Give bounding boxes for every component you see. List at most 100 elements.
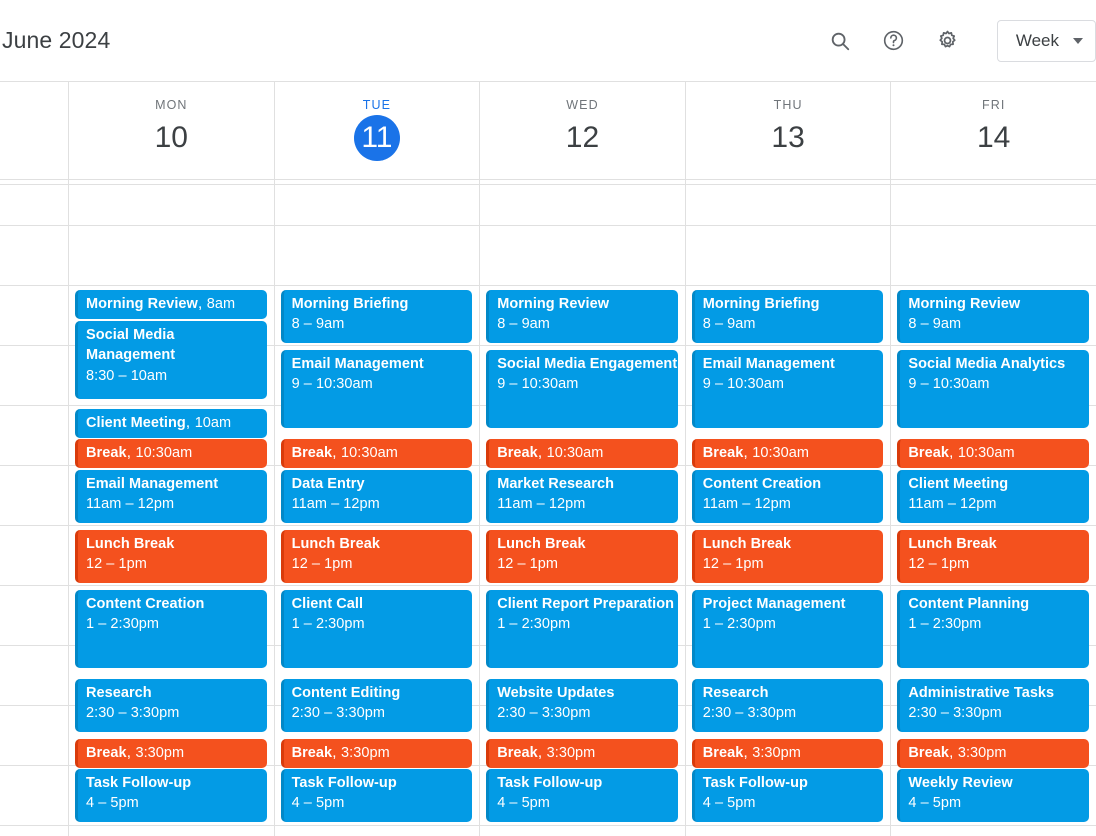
calendar-event[interactable]: Weekly Review 4 – 5pm	[897, 769, 1089, 822]
event-time: 11am – 12pm	[702, 496, 791, 513]
calendar-event[interactable]: Morning Briefing 8 – 9am	[691, 290, 884, 343]
calendar-event[interactable]: Lunch Break 12 – 1pm	[691, 530, 884, 583]
calendar-event[interactable]: Break, 3:30pm	[75, 739, 267, 768]
event-title-row: Market Research	[497, 474, 671, 494]
event-time-row: 11am – 12pm	[908, 494, 1082, 514]
event-time: 11am – 12pm	[908, 496, 997, 513]
calendar-event[interactable]: Content Planning 1 – 2:30pm	[897, 590, 1089, 668]
day-of-week-label: THU	[773, 98, 803, 112]
day-header-tue[interactable]: TUE 11	[273, 82, 480, 179]
day-of-week-label: FRI	[981, 98, 1006, 112]
calendar-event[interactable]: Client Report Preparation 1 – 2:30pm	[486, 590, 678, 668]
event-time: 4 – 5pm	[702, 795, 756, 812]
event-title-row: Research	[86, 683, 260, 703]
event-time-row: 8 – 9am	[292, 314, 466, 334]
event-title: Break	[702, 445, 744, 461]
event-time: 3:30pm	[135, 745, 185, 761]
calendar-event[interactable]: Break, 3:30pm	[280, 739, 473, 768]
day-column-thu[interactable]: Morning Briefing 8 – 9am Email Management 9…	[684, 180, 891, 836]
event-title-row: Project Management	[703, 594, 877, 614]
calendar-event[interactable]: Lunch Break 12 – 1pm	[486, 530, 678, 583]
calendar-event[interactable]: Data Entry 11am – 12pm	[280, 470, 473, 523]
calendar-event[interactable]: Website Updates 2:30 – 3:30pm	[486, 679, 678, 732]
event-title-row: Morning Review	[497, 294, 671, 314]
calendar-event[interactable]: Morning Review 8 – 9am	[486, 290, 678, 343]
day-column-tue[interactable]: Morning Briefing 8 – 9am Email Management 9…	[273, 180, 480, 836]
settings-button[interactable]	[931, 24, 965, 58]
calendar-event[interactable]: Lunch Break 12 – 1pm	[897, 530, 1089, 583]
hour-gridline	[0, 525, 68, 526]
help-button[interactable]	[877, 24, 911, 58]
event-time-row: 8:30 – 10am	[86, 366, 260, 386]
hour-gridline	[69, 225, 274, 226]
day-column-mon[interactable]: Morning Review, 8am Social Media Manageme…	[68, 180, 274, 836]
calendar-event[interactable]: Email Management 11am – 12pm	[75, 470, 267, 523]
day-number[interactable]: 13	[765, 115, 811, 161]
day-number[interactable]: 12	[559, 115, 605, 161]
calendar-event[interactable]: Social Media Engagement 9 – 10:30am	[486, 350, 678, 428]
calendar-event[interactable]: Email Management 9 – 10:30am	[691, 350, 884, 428]
event-time-row: 11am – 12pm	[292, 494, 466, 514]
day-header-row: MON 10 TUE 11 WED 12 THU 13 FRI 14	[0, 81, 1096, 179]
calendar-event[interactable]: Client Meeting, 10am	[75, 409, 267, 438]
day-number[interactable]: 14	[971, 115, 1017, 161]
calendar-event[interactable]: Task Follow-up 4 – 5pm	[75, 769, 267, 822]
event-title: Email Management	[702, 356, 835, 372]
event-time: 8am	[206, 296, 236, 312]
day-header-thu[interactable]: THU 13	[684, 82, 891, 179]
calendar-event[interactable]: Break, 3:30pm	[897, 739, 1089, 768]
calendar-toolbar: June 2024 Week	[0, 0, 1096, 81]
calendar-event[interactable]: Task Follow-up 4 – 5pm	[486, 769, 678, 822]
event-time: 10:30am	[957, 445, 1015, 461]
event-title: Morning Review	[908, 296, 1021, 312]
event-time: 9 – 10:30am	[702, 376, 784, 393]
day-column-fri[interactable]: Morning Review 8 – 9am Social Media Analyt…	[890, 180, 1096, 836]
calendar-event[interactable]: Break, 10:30am	[75, 439, 267, 468]
calendar-event[interactable]: Social Media Analytics 9 – 10:30am	[897, 350, 1089, 428]
event-time-row: 12 – 1pm	[86, 554, 260, 574]
calendar-event[interactable]: Morning Briefing 8 – 9am	[280, 290, 473, 343]
calendar-event[interactable]: Content Creation 1 – 2:30pm	[75, 590, 267, 668]
event-title: Client Report Preparation	[497, 596, 675, 612]
calendar-event[interactable]: Social Media Management 8:30 – 10am	[75, 321, 267, 399]
calendar-event[interactable]: Lunch Break 12 – 1pm	[280, 530, 473, 583]
calendar-event[interactable]: Administrative Tasks 2:30 – 3:30pm	[897, 679, 1089, 732]
calendar-event[interactable]: Break, 10:30am	[691, 439, 884, 468]
calendar-event[interactable]: Client Meeting 11am – 12pm	[897, 470, 1089, 523]
day-header-mon[interactable]: MON 10	[68, 82, 274, 179]
calendar-event[interactable]: Client Call 1 – 2:30pm	[280, 590, 473, 668]
day-number-today[interactable]: 11	[353, 115, 400, 161]
day-header-fri[interactable]: FRI 14	[890, 82, 1096, 179]
calendar-event[interactable]: Email Management 9 – 10:30am	[280, 350, 473, 428]
day-header-wed[interactable]: WED 12	[479, 82, 685, 179]
day-of-week-label: MON	[155, 98, 188, 112]
calendar-event[interactable]: Break, 3:30pm	[691, 739, 884, 768]
hour-gridline	[891, 525, 1096, 526]
calendar-event[interactable]: Task Follow-up 4 – 5pm	[691, 769, 884, 822]
calendar-event[interactable]: Lunch Break 12 – 1pm	[75, 530, 267, 583]
calendar-event[interactable]: Content Editing 2:30 – 3:30pm	[280, 679, 473, 732]
event-title-row: Client Call	[292, 594, 466, 614]
hour-gridline	[480, 225, 685, 226]
day-number[interactable]: 10	[148, 115, 194, 161]
event-title-row: Content Creation	[703, 474, 877, 494]
calendar-event[interactable]: Morning Review 8 – 9am	[897, 290, 1089, 343]
calendar-event[interactable]: Research 2:30 – 3:30pm	[75, 679, 267, 732]
calendar-event[interactable]: Break, 3:30pm	[486, 739, 678, 768]
event-title: Task Follow-up	[497, 775, 603, 791]
calendar-event[interactable]: Project Management 1 – 2:30pm	[691, 590, 884, 668]
view-selector[interactable]: Week	[996, 19, 1096, 62]
calendar-event[interactable]: Break, 10:30am	[280, 439, 473, 468]
hour-gridline	[274, 825, 480, 826]
event-title-row: Task Follow-up	[703, 773, 877, 793]
search-button[interactable]	[823, 24, 857, 58]
day-column-wed[interactable]: Morning Review 8 – 9am Social Media Engage…	[479, 180, 685, 836]
calendar-event[interactable]: Morning Review, 8am	[75, 290, 267, 319]
calendar-event[interactable]: Content Creation 11am – 12pm	[691, 470, 884, 523]
calendar-event[interactable]: Break, 10:30am	[897, 439, 1089, 468]
calendar-event[interactable]: Task Follow-up 4 – 5pm	[280, 769, 473, 822]
calendar-event[interactable]: Break, 10:30am	[486, 439, 678, 468]
calendar-event[interactable]: Research 2:30 – 3:30pm	[691, 679, 884, 732]
event-time: 8 – 9am	[291, 316, 345, 333]
calendar-event[interactable]: Market Research 11am – 12pm	[486, 470, 678, 523]
